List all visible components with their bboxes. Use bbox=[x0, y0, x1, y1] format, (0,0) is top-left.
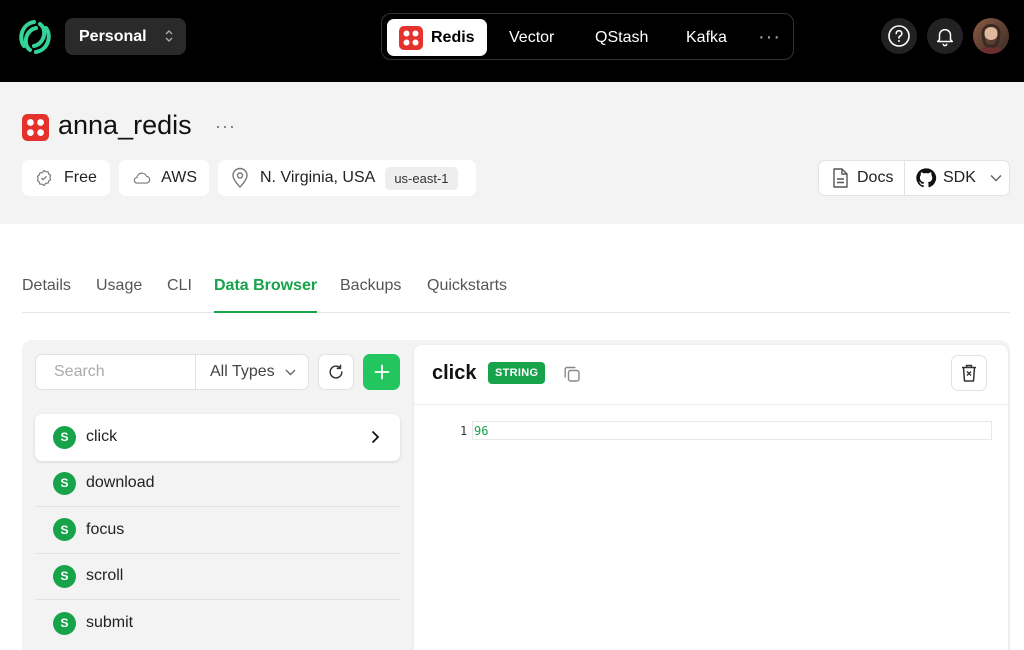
string-type-icon: S bbox=[53, 564, 76, 588]
updown-chevron-icon bbox=[165, 30, 173, 42]
copy-icon[interactable] bbox=[563, 365, 581, 383]
trash-icon bbox=[962, 364, 976, 382]
region-chip: N. Virginia, USA us-east-1 bbox=[218, 160, 476, 196]
plus-icon bbox=[374, 364, 389, 380]
key-title: click bbox=[432, 362, 477, 384]
key-item-click[interactable]: S click bbox=[35, 414, 400, 461]
database-tabs: Details Usage CLI Data Browser Backups Q… bbox=[22, 277, 1010, 313]
location-pin-icon bbox=[232, 167, 248, 188]
product-tab-label: QStash bbox=[595, 28, 649, 46]
string-type-icon: S bbox=[53, 518, 76, 542]
key-detail-header: click STRING bbox=[414, 345, 1008, 405]
key-name: scroll bbox=[86, 567, 124, 585]
product-tab-label: Vector bbox=[509, 28, 555, 46]
database-header: anna_redis ··· Free AWS N. Virginia, USA… bbox=[0, 82, 1024, 224]
region-label: N. Virginia, USA bbox=[260, 169, 376, 186]
top-navbar: Personal Redis Vector QStash Kafka ··· bbox=[0, 0, 1024, 82]
key-list: S click S download S focus S scroll S su… bbox=[35, 414, 400, 647]
value-text[interactable]: 96 bbox=[474, 424, 488, 438]
editor-line-highlight[interactable] bbox=[472, 421, 992, 440]
tab-details[interactable]: Details bbox=[22, 277, 71, 313]
notifications-button[interactable] bbox=[927, 18, 963, 54]
plan-label: Free bbox=[64, 169, 97, 186]
docs-label: Docs bbox=[857, 169, 894, 186]
product-tab-label: Kafka bbox=[686, 28, 727, 46]
delete-key-button[interactable] bbox=[951, 355, 987, 391]
redis-icon bbox=[22, 114, 49, 141]
string-type-icon: S bbox=[53, 425, 76, 449]
tab-data-browser[interactable]: Data Browser bbox=[214, 277, 318, 313]
product-switcher: Redis Vector QStash Kafka ··· bbox=[381, 13, 794, 60]
badge-check-icon bbox=[36, 169, 52, 187]
redis-icon bbox=[399, 25, 423, 50]
user-avatar[interactable] bbox=[973, 18, 1009, 54]
tab-cli[interactable]: CLI bbox=[167, 277, 192, 313]
key-detail-panel: click STRING 1 96 bbox=[414, 345, 1008, 650]
help-icon bbox=[888, 25, 910, 47]
key-name: download bbox=[86, 474, 155, 492]
string-type-icon: S bbox=[53, 471, 76, 495]
product-tab-qstash[interactable]: QStash bbox=[595, 19, 648, 56]
key-name: click bbox=[86, 428, 118, 446]
avatar-image bbox=[978, 24, 1004, 54]
product-tab-kafka[interactable]: Kafka bbox=[686, 19, 727, 56]
product-tab-vector[interactable]: Vector bbox=[509, 19, 554, 56]
cloud-label: AWS bbox=[161, 169, 197, 186]
region-code-tag: us-east-1 bbox=[385, 166, 458, 190]
string-type-icon: S bbox=[53, 611, 76, 635]
key-name: focus bbox=[86, 520, 125, 538]
data-browser-panel: All Types S click S download S focus bbox=[22, 340, 1010, 650]
docs-button[interactable]: Docs bbox=[819, 161, 905, 195]
key-item-focus[interactable]: S focus bbox=[35, 507, 400, 554]
sdk-dropdown[interactable]: SDK bbox=[905, 161, 1009, 195]
refresh-button[interactable] bbox=[318, 354, 354, 390]
database-menu-icon[interactable]: ··· bbox=[215, 116, 236, 137]
team-name: Personal bbox=[79, 27, 147, 45]
more-products-icon[interactable]: ··· bbox=[758, 26, 781, 49]
help-button[interactable] bbox=[881, 18, 917, 54]
tab-quickstarts[interactable]: Quickstarts bbox=[427, 277, 507, 313]
upstash-logo[interactable] bbox=[18, 18, 52, 56]
type-filter-value: All Types bbox=[210, 363, 275, 380]
plan-chip: Free bbox=[22, 160, 110, 196]
tab-usage[interactable]: Usage bbox=[96, 277, 142, 313]
key-name: submit bbox=[86, 614, 134, 632]
product-tab-label: Redis bbox=[431, 28, 475, 46]
chevron-down-icon bbox=[990, 174, 1002, 182]
github-icon bbox=[916, 168, 937, 188]
refresh-icon bbox=[329, 364, 343, 379]
tab-backups[interactable]: Backups bbox=[340, 277, 401, 313]
product-tab-redis[interactable]: Redis bbox=[387, 19, 487, 56]
type-filter-select[interactable]: All Types bbox=[195, 354, 309, 390]
sdk-label: SDK bbox=[943, 169, 976, 186]
chevron-right-icon bbox=[371, 430, 380, 444]
database-name: anna_redis bbox=[58, 110, 192, 140]
add-key-button[interactable] bbox=[363, 354, 400, 390]
search-input[interactable] bbox=[35, 354, 195, 390]
chevron-down-icon bbox=[285, 369, 296, 376]
bell-icon bbox=[936, 28, 954, 47]
type-badge: STRING bbox=[488, 362, 546, 384]
key-item-download[interactable]: S download bbox=[35, 461, 400, 507]
docs-sdk-group: Docs SDK bbox=[818, 160, 1010, 196]
team-selector[interactable]: Personal bbox=[65, 18, 186, 55]
line-number: 1 bbox=[460, 424, 468, 438]
key-item-submit[interactable]: S submit bbox=[35, 600, 400, 647]
key-item-scroll[interactable]: S scroll bbox=[35, 554, 400, 600]
document-icon bbox=[833, 168, 848, 188]
cloud-icon bbox=[133, 172, 151, 184]
cloud-chip: AWS bbox=[119, 160, 209, 196]
